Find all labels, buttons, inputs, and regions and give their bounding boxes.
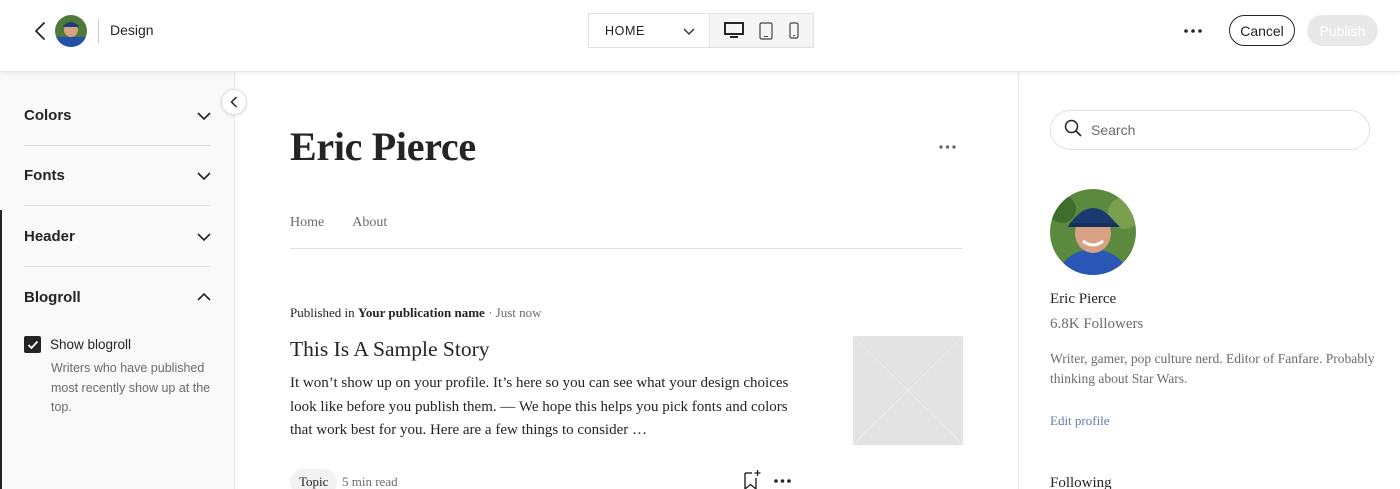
section-colors[interactable]: Colors — [24, 86, 211, 146]
search-input[interactable] — [1091, 122, 1341, 138]
story-excerpt: It won’t show up on your profile. It’s h… — [290, 375, 789, 438]
author-avatar[interactable] — [1050, 189, 1136, 275]
show-blogroll-checkbox[interactable] — [24, 336, 41, 353]
section-label: Blogroll — [24, 288, 81, 306]
page-select-dropdown[interactable]: HOME — [588, 13, 709, 48]
section-header[interactable]: Header — [24, 207, 211, 267]
author-name[interactable]: Eric Pierce — [1050, 291, 1116, 308]
published-in-prefix: Published in — [290, 305, 355, 320]
chevron-down-icon — [197, 228, 211, 246]
site-title: Eric Pierce — [290, 124, 476, 169]
timestamp: · Just now — [488, 305, 542, 320]
chevron-down-icon — [197, 167, 211, 185]
section-label: Header — [24, 228, 75, 245]
topic-tag[interactable]: Topic — [290, 469, 338, 489]
page-select-value: HOME — [605, 23, 645, 38]
story-image-placeholder — [853, 336, 963, 445]
show-blogroll-option: Show blogroll — [24, 336, 131, 353]
blogroll-help-text: Writers who have published most recently… — [51, 361, 211, 414]
divider — [290, 248, 963, 249]
checkmark-icon — [27, 340, 38, 349]
search-bar — [1050, 110, 1370, 150]
tablet-icon[interactable] — [759, 21, 774, 40]
more-options-icon[interactable] — [1182, 22, 1204, 40]
active-section-indicator — [0, 210, 2, 489]
chevron-down-icon — [197, 107, 211, 125]
cancel-button[interactable]: Cancel — [1229, 15, 1295, 46]
chevron-down-icon — [683, 25, 695, 39]
publication-name[interactable]: Your publication name — [358, 305, 485, 320]
section-fonts[interactable]: Fonts — [24, 146, 211, 206]
section-label: Colors — [24, 107, 72, 124]
edit-profile-link[interactable]: Edit profile — [1050, 413, 1110, 429]
device-toggle-group — [709, 13, 814, 48]
chevron-left-icon — [230, 96, 238, 108]
image-placeholder-icon — [853, 336, 963, 445]
more-options-icon[interactable] — [936, 140, 958, 154]
back-chevron-icon[interactable] — [30, 20, 50, 42]
chevron-up-icon — [197, 288, 211, 306]
site-nav: Home About — [290, 215, 387, 231]
more-options-icon[interactable] — [774, 474, 794, 488]
collapse-sidebar-button[interactable] — [221, 89, 247, 115]
bookmark-add-icon[interactable] — [742, 469, 762, 489]
read-time: 5 min read — [342, 474, 398, 489]
nav-link-about[interactable]: About — [352, 215, 387, 231]
divider — [98, 19, 99, 43]
author-bio: Writer, gamer, pop culture nerd. Editor … — [1050, 351, 1375, 386]
mobile-icon[interactable] — [789, 22, 799, 39]
published-in-line: Published in Your publication name · Jus… — [290, 305, 542, 321]
section-blogroll[interactable]: Blogroll — [24, 267, 211, 327]
avatar[interactable] — [55, 15, 87, 47]
story-title[interactable]: This Is A Sample Story — [290, 337, 489, 362]
nav-link-home[interactable]: Home — [290, 215, 324, 231]
desktop-icon[interactable] — [723, 22, 744, 39]
checkbox-label: Show blogroll — [50, 337, 132, 352]
top-bar: Design HOME Cancel Publish — [0, 0, 1400, 72]
search-icon — [1064, 119, 1082, 142]
follower-count[interactable]: 6.8K Followers — [1050, 316, 1143, 333]
following-heading: Following — [1050, 475, 1112, 489]
publish-button[interactable]: Publish — [1307, 15, 1378, 46]
section-label: Fonts — [24, 167, 65, 184]
page-title: Design — [110, 22, 154, 38]
